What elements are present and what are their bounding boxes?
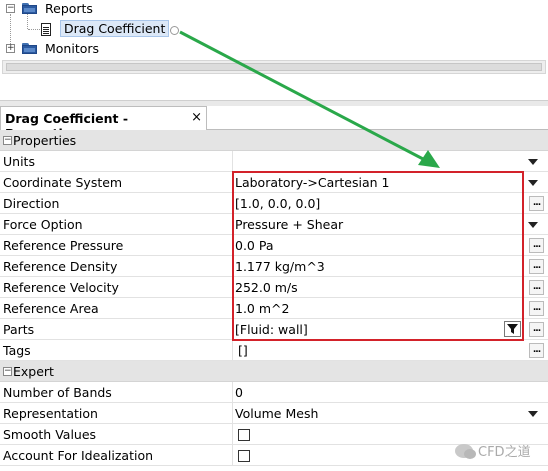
folder-icon <box>22 3 37 14</box>
ellipsis-button[interactable]: ... <box>529 301 544 316</box>
horizontal-scrollbar[interactable] <box>2 60 546 74</box>
collapse-icon[interactable]: − <box>6 4 15 13</box>
property-name: Tags <box>3 343 31 358</box>
property-value[interactable]: 1.177 kg/m^3 <box>235 259 325 274</box>
property-name: Direction <box>3 196 60 211</box>
smooth-values-checkbox[interactable] <box>238 429 250 441</box>
property-row-parts[interactable]: Parts [Fluid: wall] ... <box>0 319 548 340</box>
property-name: Coordinate System <box>3 175 123 190</box>
dropdown-arrow-icon[interactable] <box>528 411 538 417</box>
folder-icon <box>22 43 37 54</box>
property-name: Number of Bands <box>3 385 112 400</box>
property-value[interactable]: 1.0 m^2 <box>235 301 289 316</box>
simulation-tree: − Reports Drag Coefficient + Monitors <box>0 0 548 100</box>
ellipsis-button[interactable]: ... <box>529 343 544 358</box>
filter-button[interactable] <box>504 321 521 337</box>
property-name: Reference Area <box>3 301 99 316</box>
property-value[interactable]: 252.0 m/s <box>235 280 298 295</box>
ellipsis-button[interactable]: ... <box>529 259 544 274</box>
ellipsis-button[interactable]: ... <box>529 280 544 295</box>
property-name: Parts <box>3 322 35 337</box>
property-row-direction[interactable]: Direction [1.0, 0.0, 0.0] ... <box>0 193 548 214</box>
ellipsis-button[interactable]: ... <box>529 238 544 253</box>
properties-grid: − Properties Units Coordinate System Lab… <box>0 130 548 471</box>
property-name: Reference Density <box>3 259 118 274</box>
watermark: CFD之道 <box>455 441 531 460</box>
property-value[interactable]: Laboratory->Cartesian 1 <box>235 175 389 190</box>
tree-node-reports[interactable]: − Reports <box>0 0 200 18</box>
filter-icon <box>507 324 518 334</box>
collapse-icon[interactable]: − <box>3 136 12 145</box>
property-row-representation[interactable]: Representation Volume Mesh <box>0 403 548 424</box>
property-value[interactable]: 0.0 Pa <box>235 238 274 253</box>
section-label: Properties <box>13 133 77 148</box>
property-row-tags[interactable]: Tags [] ... <box>0 340 548 361</box>
tree-node-drag-coefficient[interactable]: Drag Coefficient <box>0 20 200 38</box>
property-row-coordinate-system[interactable]: Coordinate System Laboratory->Cartesian … <box>0 172 548 193</box>
property-name: Account For Idealization <box>3 448 154 463</box>
close-icon[interactable]: × <box>191 110 202 125</box>
watermark-text: CFD之道 <box>478 445 531 460</box>
property-row-number-of-bands[interactable]: Number of Bands 0 <box>0 382 548 403</box>
property-name: Reference Pressure <box>3 238 124 253</box>
report-document-icon <box>41 23 51 36</box>
property-row-reference-density[interactable]: Reference Density 1.177 kg/m^3 ... <box>0 256 548 277</box>
property-name: Representation <box>3 406 98 421</box>
property-row-reference-area[interactable]: Reference Area 1.0 m^2 ... <box>0 298 548 319</box>
property-value[interactable]: Volume Mesh <box>235 406 318 421</box>
property-value[interactable]: Pressure + Shear <box>235 217 343 232</box>
property-row-reference-pressure[interactable]: Reference Pressure 0.0 Pa ... <box>0 235 548 256</box>
scrollbar-thumb[interactable] <box>6 63 542 71</box>
property-value[interactable]: [1.0, 0.0, 0.0] <box>235 196 320 211</box>
property-value[interactable]: 0 <box>235 385 243 400</box>
dropdown-arrow-icon[interactable] <box>528 180 538 186</box>
tree-node-monitors[interactable]: + Monitors <box>0 40 200 58</box>
properties-panel-tab[interactable]: Drag Coefficient - Properties × <box>0 106 207 141</box>
ellipsis-button[interactable]: ... <box>529 196 544 211</box>
section-expert[interactable]: − Expert <box>0 361 548 382</box>
expand-icon[interactable]: + <box>6 44 15 53</box>
property-name: Reference Velocity <box>3 280 119 295</box>
section-properties[interactable]: − Properties <box>0 130 548 151</box>
tree-label-reports: Reports <box>45 1 93 16</box>
property-name: Force Option <box>3 217 83 232</box>
wechat-icon <box>455 443 476 459</box>
property-row-force-option[interactable]: Force Option Pressure + Shear <box>0 214 548 235</box>
property-name: Units <box>3 154 35 169</box>
dropdown-arrow-icon[interactable] <box>528 159 538 165</box>
property-name: Smooth Values <box>3 427 97 442</box>
status-indicator-icon <box>170 26 179 35</box>
property-value[interactable]: [] <box>238 343 248 358</box>
account-for-idealization-checkbox[interactable] <box>238 450 250 462</box>
ellipsis-button[interactable]: ... <box>529 322 544 337</box>
section-label: Expert <box>13 364 54 379</box>
tree-label-drag-coefficient[interactable]: Drag Coefficient <box>60 20 170 37</box>
property-row-reference-velocity[interactable]: Reference Velocity 252.0 m/s ... <box>0 277 548 298</box>
property-row-units[interactable]: Units <box>0 151 548 172</box>
tree-label-monitors: Monitors <box>45 41 100 56</box>
property-value[interactable]: [Fluid: wall] <box>235 322 308 337</box>
dropdown-arrow-icon[interactable] <box>528 222 538 228</box>
collapse-icon[interactable]: − <box>3 367 12 376</box>
